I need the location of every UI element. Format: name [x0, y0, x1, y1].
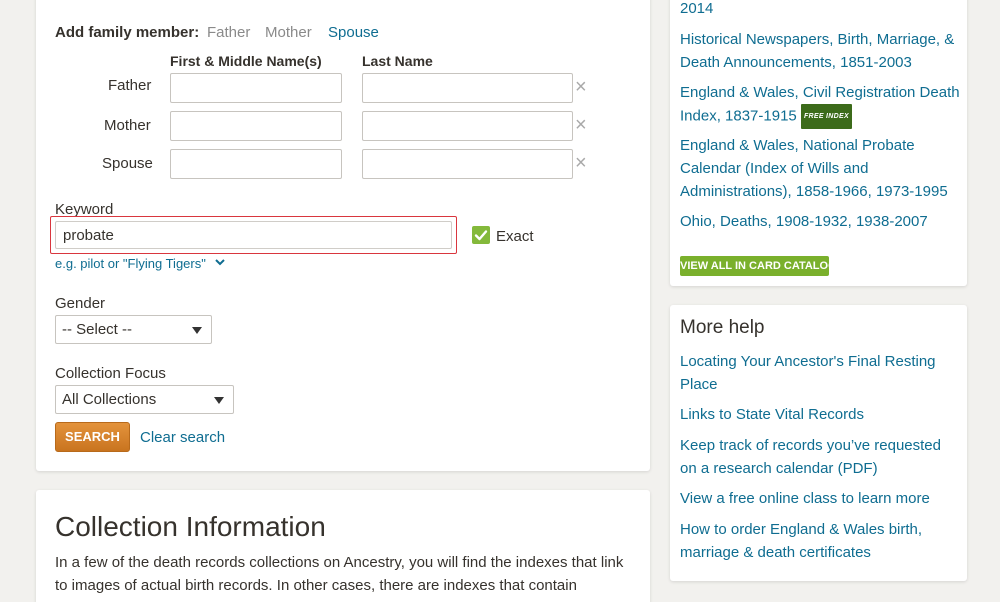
add-spouse-link[interactable]: Spouse	[328, 24, 379, 41]
record-link[interactable]: England & Wales, National Probate Calend…	[680, 134, 960, 203]
view-all-card-catalog-button[interactable]: VIEW ALL IN CARD CATALOG	[680, 256, 837, 276]
more-help-panel: More help Locating Your Ancestor's Final…	[670, 305, 967, 581]
clear-search-link[interactable]: Clear search	[140, 429, 225, 446]
collection-focus-label: Collection Focus	[55, 365, 166, 382]
mother-first-name-input[interactable]	[170, 111, 342, 141]
record-link[interactable]: England & Wales, Civil Registration Deat…	[680, 81, 960, 129]
caret-down-icon	[192, 327, 202, 334]
father-label: Father	[108, 77, 152, 94]
record-link[interactable]: 2014	[680, 0, 960, 20]
spouse-last-name-input[interactable]	[362, 149, 573, 179]
record-link[interactable]: Historical Newspapers, Birth, Marriage, …	[680, 28, 960, 74]
help-link[interactable]: Locating Your Ancestor's Final Resting P…	[680, 350, 960, 396]
remove-father-close-icon[interactable]: ×	[575, 77, 587, 97]
keyword-hint-link[interactable]: e.g. pilot or "Flying Tigers"	[55, 256, 206, 271]
search-button[interactable]: SEARCH	[55, 422, 130, 452]
help-link[interactable]: Links to State Vital Records	[680, 403, 960, 426]
mother-last-name-input[interactable]	[362, 111, 573, 141]
records-panel: 2014 Historical Newspapers, Birth, Marri…	[670, 0, 967, 286]
search-form-card: Add family member: Father Mother Spouse …	[36, 0, 650, 471]
first-name-header: First & Middle Name(s)	[170, 53, 322, 69]
last-name-header: Last Name	[362, 53, 433, 69]
help-link[interactable]: View a free online class to learn more	[680, 487, 960, 510]
father-first-name-input[interactable]	[170, 73, 342, 103]
collection-focus-select[interactable]: All Collections	[55, 385, 234, 414]
remove-mother-close-icon[interactable]: ×	[575, 115, 587, 135]
gender-select-value: -- Select --	[62, 321, 133, 338]
free-index-badge: FREE INDEX	[800, 104, 852, 129]
exact-label[interactable]: Exact	[496, 228, 534, 245]
collection-info-body-line2: to images of actual birth records. In ot…	[55, 577, 577, 594]
collection-focus-value: All Collections	[62, 391, 157, 408]
mother-label: Mother	[104, 117, 151, 134]
gender-select[interactable]: -- Select --	[55, 315, 212, 344]
checkmark-icon	[474, 230, 488, 241]
father-last-name-input[interactable]	[362, 73, 573, 103]
spouse-first-name-input[interactable]	[170, 149, 342, 179]
collection-info-card: Collection Information In a few of the d…	[36, 490, 650, 602]
help-link[interactable]: Keep track of records you’ve requested o…	[680, 434, 960, 480]
collection-info-title: Collection Information	[55, 511, 326, 542]
more-help-title: More help	[680, 317, 765, 338]
collection-info-body-line1: In a few of the death records collection…	[55, 554, 624, 571]
remove-spouse-close-icon[interactable]: ×	[575, 153, 587, 173]
keyword-input[interactable]	[55, 221, 452, 249]
add-father-link[interactable]: Father	[207, 24, 250, 41]
record-link[interactable]: Ohio, Deaths, 1908-1932, 1938-2007	[680, 210, 960, 233]
add-mother-link[interactable]: Mother	[265, 24, 312, 41]
help-link[interactable]: How to order England & Wales birth, marr…	[680, 518, 960, 564]
gender-label: Gender	[55, 295, 106, 312]
chevron-down-icon[interactable]	[215, 258, 225, 266]
add-family-label: Add family member:	[55, 24, 200, 41]
caret-down-icon	[214, 397, 224, 404]
spouse-label: Spouse	[102, 155, 153, 172]
exact-checkbox[interactable]	[472, 226, 490, 244]
